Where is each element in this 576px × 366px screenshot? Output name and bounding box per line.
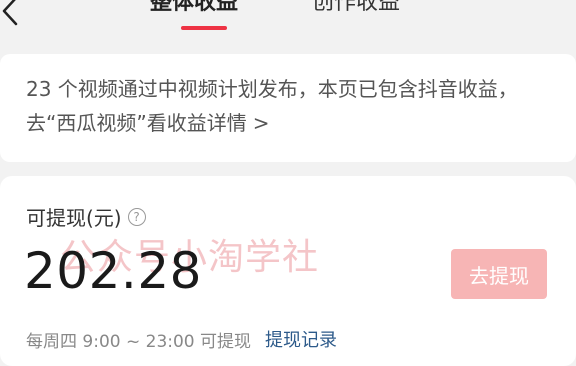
balance-card: 可提现(元) ? 公众号小淘学社 202.28 去提现 每周四 9:00 ~ 2… [0,176,576,366]
withdrawable-label: 可提现(元) [26,206,122,230]
help-icon[interactable]: ? [127,207,146,226]
withdraw-button[interactable]: 去提现 [451,249,547,299]
notice-text[interactable]: 23 个视频通过中视频计划发布，本页已包含抖音收益，去“西瓜视频”看收益详情 > [26,72,558,140]
balance-label-row: 可提现(元) ? [26,202,146,231]
notice-banner[interactable]: 23 个视频通过中视频计划发布，本页已包含抖音收益，去“西瓜视频”看收益详情 > [0,54,576,162]
active-tab-indicator [181,26,227,30]
chevron-right-icon: > [252,111,270,135]
back-arrow-icon[interactable] [0,0,24,28]
withdraw-info-row: 每周四 9:00 ~ 23:00 可提现 提现记录 [26,326,337,352]
withdraw-schedule: 每周四 9:00 ~ 23:00 可提现 [26,331,252,352]
balance-amount: 202.28 [24,242,202,300]
top-bar: 整体收益 创作收益 [0,0,576,40]
tab-overall-earnings[interactable]: 整体收益 [150,0,238,16]
tab-creation-earnings[interactable]: 创作收益 [312,0,400,16]
withdraw-records-link[interactable]: 提现记录 [265,326,337,352]
